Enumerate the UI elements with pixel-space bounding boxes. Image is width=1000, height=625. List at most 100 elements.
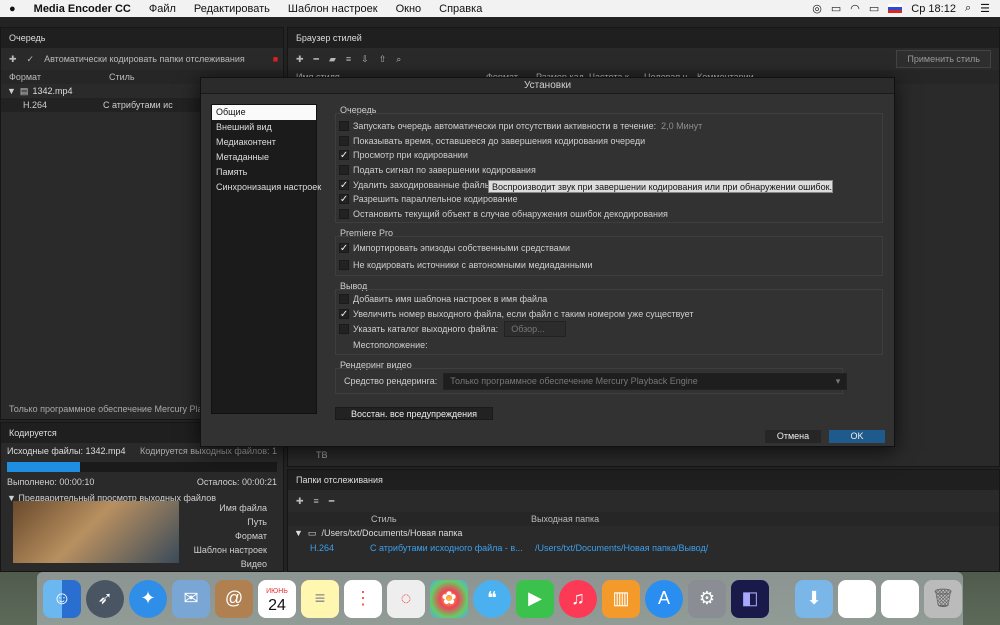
checkbox-add-preset-name[interactable] — [339, 294, 349, 304]
watch-folder-row[interactable]: ▼ ▭ /Users/txt/Documents/Новая папка — [288, 526, 999, 540]
clock[interactable]: Ср 18:12 — [911, 3, 956, 15]
option-beep[interactable]: Подать сигнал по завершении кодирования — [339, 163, 536, 177]
remove-icon[interactable]: ━ — [314, 54, 319, 65]
checkbox-stop-on-error[interactable] — [339, 209, 349, 219]
option-auto-start[interactable]: Запускать очередь автоматически при отсу… — [339, 119, 702, 133]
checkbox-native-import[interactable]: ✓ — [339, 243, 349, 254]
watch-output-path[interactable]: /Users/txt/Documents/Новая папка/Вывод/ — [535, 543, 708, 553]
option-output-dir[interactable]: Указать каталог выходного файла: Обзор... — [339, 321, 567, 337]
col-style[interactable]: Стиль — [363, 514, 523, 524]
checkbox-auto-start[interactable] — [339, 121, 349, 131]
messages-icon[interactable]: ❝ — [473, 579, 511, 618]
remove-icon[interactable]: ━ — [329, 496, 334, 507]
checkbox-show-remaining[interactable] — [339, 136, 349, 146]
checkbox-parallel[interactable]: ✓ — [339, 194, 349, 205]
launchpad-icon[interactable]: ➶ — [86, 579, 124, 618]
app-store-icon[interactable]: A — [645, 579, 683, 618]
creative-cloud-icon[interactable]: ◎ — [812, 2, 822, 15]
photo-booth-icon[interactable]: ◌ — [387, 579, 425, 618]
photos-icon[interactable]: ✿ — [430, 579, 468, 618]
wifi-icon[interactable]: ◠ — [850, 2, 860, 15]
col-output[interactable]: Выходная папка — [523, 514, 599, 524]
settings-icon[interactable]: ≡ — [314, 496, 319, 506]
document-icon[interactable] — [838, 579, 876, 618]
watch-preset[interactable]: С атрибутами исходного файла - в... — [370, 543, 535, 553]
system-preferences-icon[interactable]: ⚙ — [688, 579, 726, 618]
safari-icon[interactable]: ✦ — [129, 579, 167, 618]
export-icon[interactable]: ⇧ — [379, 54, 387, 65]
mail-icon[interactable]: ✉ — [172, 579, 210, 618]
reminders-icon[interactable]: ⋮ — [344, 579, 382, 618]
add-icon[interactable]: ✚ — [296, 54, 304, 65]
add-icon[interactable]: ✚ — [9, 54, 17, 65]
queue-codec[interactable]: H.264 — [23, 100, 103, 110]
nav-memory[interactable]: Память — [212, 165, 316, 180]
reset-warnings-button[interactable]: Восстан. все предупреждения — [335, 407, 493, 420]
queue-renderer[interactable]: Только программное обеспечение Mercury P… — [9, 404, 226, 414]
menu-window[interactable]: Окно — [387, 3, 431, 15]
menu-help[interactable]: Справка — [430, 3, 491, 15]
checkbox-increment-number[interactable]: ✓ — [339, 309, 349, 320]
auto-watch-checkbox[interactable]: ✓ — [27, 54, 35, 65]
col-style[interactable]: Стиль — [101, 72, 135, 82]
renderer-select[interactable]: Только программное обеспечение Mercury P… — [443, 372, 848, 390]
menu-edit[interactable]: Редактировать — [185, 3, 279, 15]
import-icon[interactable]: ⇩ — [361, 54, 369, 65]
search-icon[interactable]: ⌕ — [965, 2, 971, 15]
facetime-icon[interactable]: ▶ — [516, 579, 554, 618]
auto-start-minutes[interactable]: 2,0 Минут — [661, 121, 702, 131]
option-skip-offline[interactable]: Не кодировать источники с автономными ме… — [339, 258, 593, 272]
option-preview-encoding[interactable]: ✓ Просмотр при кодировании — [339, 148, 468, 162]
settings-icon[interactable]: ≡ — [346, 54, 351, 64]
nav-appearance[interactable]: Внешний вид — [212, 120, 316, 135]
document-icon[interactable] — [881, 579, 919, 618]
option-native-import[interactable]: ✓ Импортировать эпизоды собственными сред… — [339, 241, 570, 255]
trash-icon[interactable]: 🗑 — [924, 579, 962, 618]
airplay-icon[interactable]: ▭ — [831, 2, 841, 15]
cancel-button[interactable]: Отмена — [765, 430, 821, 443]
nav-media[interactable]: Медиаконтент — [212, 135, 316, 150]
books-icon[interactable]: ▥ — [602, 579, 640, 618]
browse-button[interactable]: Обзор... — [504, 321, 567, 337]
option-increment-number[interactable]: ✓ Увеличить номер выходного файла, если ф… — [339, 307, 693, 321]
calendar-icon[interactable]: ИЮНЬ 24 — [258, 579, 296, 618]
menu-file[interactable]: Файл — [140, 3, 185, 15]
folder-icon[interactable]: ▰ — [329, 54, 336, 65]
nav-general[interactable]: Общие — [212, 105, 316, 120]
menu-list-icon[interactable]: ☰ — [980, 2, 990, 15]
queue-preset[interactable]: С атрибутами ис — [103, 100, 173, 110]
option-add-preset-name[interactable]: Добавить имя шаблона настроек в имя файл… — [339, 292, 547, 306]
music-icon[interactable]: ♫ — [559, 579, 597, 618]
media-encoder-icon[interactable]: ◧ — [731, 579, 769, 618]
option-parallel[interactable]: ✓ Разрешить параллельное кодирование — [339, 192, 518, 206]
contacts-icon[interactable]: @ — [215, 579, 253, 618]
expand-icon[interactable]: ▼ — [294, 528, 303, 538]
menu-preset[interactable]: Шаблон настроек — [279, 3, 387, 15]
ok-button[interactable]: OK — [829, 430, 885, 443]
checkbox-beep[interactable] — [339, 165, 349, 175]
add-icon[interactable]: ✚ — [296, 496, 304, 507]
checkbox-preview-encoding[interactable]: ✓ — [339, 150, 349, 161]
checkbox-output-dir[interactable] — [339, 324, 349, 334]
style-item-tv[interactable]: ТВ — [316, 450, 328, 460]
checkbox-skip-offline[interactable] — [339, 260, 349, 270]
downloads-folder-icon[interactable]: ⬇ — [795, 579, 833, 618]
nav-metadata[interactable]: Метаданные — [212, 150, 316, 165]
apply-style-button[interactable]: Применить стиль — [896, 50, 991, 68]
checkbox-delete-files[interactable]: ✓ — [339, 180, 349, 191]
col-format[interactable]: Формат — [1, 72, 101, 82]
watch-codec[interactable]: H.264 — [310, 543, 370, 553]
notes-icon[interactable]: ≡ — [301, 579, 339, 618]
option-stop-on-error[interactable]: Остановить текущий объект в случае обнар… — [339, 207, 668, 221]
menu-app-name[interactable]: Media Encoder CC — [25, 3, 140, 15]
battery-icon[interactable]: ▭ — [869, 2, 879, 15]
search-icon[interactable]: ⌕ — [396, 54, 401, 65]
expand-icon[interactable]: ▼ — [7, 86, 16, 96]
nav-sync-settings[interactable]: Синхронизация настроек — [212, 180, 321, 195]
finder-icon[interactable]: ☺ — [43, 579, 81, 618]
watch-output-row[interactable]: H.264 С атрибутами исходного файла - в..… — [288, 540, 999, 556]
input-language-flag-icon[interactable] — [888, 4, 903, 13]
apple-icon[interactable]: ● — [0, 3, 25, 15]
stop-icon[interactable]: ■ — [273, 54, 278, 64]
option-show-remaining[interactable]: Показывать время, оставшееся до завершен… — [339, 134, 645, 148]
